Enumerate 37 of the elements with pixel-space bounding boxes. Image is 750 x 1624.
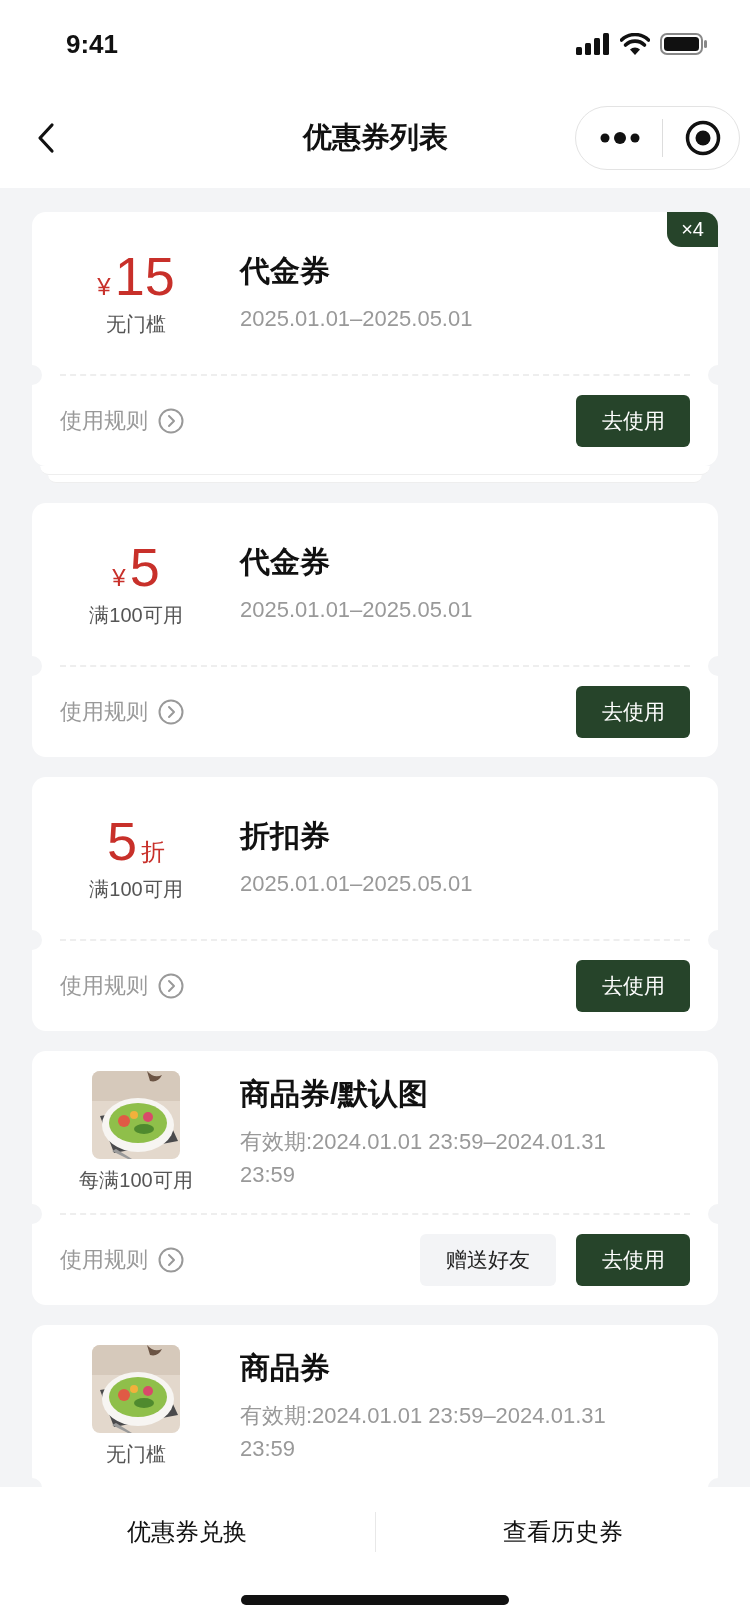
page-title: 优惠券列表 (302, 120, 448, 155)
validity-period: 2025.01.01–2025.05.01 (240, 870, 474, 898)
coupon-condition: 无门槛 (106, 1441, 166, 1467)
use-button[interactable]: 去使用 (576, 960, 690, 1012)
history-coupons-button[interactable]: 查看历史券 (375, 1515, 750, 1549)
validity-period: 2025.01.01–2025.05.01 (240, 305, 474, 333)
redeem-coupon-button[interactable]: 优惠券兑换 (0, 1515, 375, 1549)
count-badge: ×4 (667, 212, 718, 247)
coupon-condition: 每满100可用 (79, 1167, 193, 1193)
coupon-amount: ¥5 (112, 539, 160, 594)
validity-period: 2025.01.01–2025.05.01 (240, 596, 474, 624)
use-button[interactable]: 去使用 (576, 1234, 690, 1286)
coupon-title: 商品券/默认图 (240, 1075, 430, 1112)
chevron-circle-icon (158, 1247, 184, 1273)
chevron-circle-icon (158, 699, 184, 725)
status-time: 9:41 (66, 28, 119, 60)
target-icon[interactable] (685, 120, 721, 156)
coupon-title: 折扣券 (240, 818, 331, 854)
coupon-amount: ¥15 (97, 248, 175, 303)
gift-button[interactable]: 赠送好友 (420, 1234, 556, 1286)
battery-icon (660, 33, 708, 55)
signal-icon (576, 33, 610, 55)
coupon-title: 商品券 (240, 1349, 331, 1386)
more-icon[interactable] (600, 132, 640, 144)
chevron-circle-icon (158, 973, 184, 999)
coupon-title: 代金券 (240, 544, 331, 580)
coupon-condition: 满100可用 (89, 876, 183, 902)
coupon-condition: 满100可用 (89, 602, 183, 628)
validity-period: 有效期:2024.01.01 23:59–2024.01.31 23:59 (240, 1127, 607, 1189)
wifi-icon (620, 33, 650, 55)
coupon-discount: 5 折 (106, 813, 165, 868)
use-button[interactable]: 去使用 (576, 686, 690, 738)
use-button[interactable]: 去使用 (576, 395, 690, 447)
coupon-title: 代金券 (240, 253, 331, 289)
chevron-circle-icon (158, 408, 184, 434)
validity-period: 有效期:2024.01.01 23:59–2024.01.31 23:59 (240, 1401, 607, 1463)
coupon-condition: 无门槛 (106, 311, 166, 337)
